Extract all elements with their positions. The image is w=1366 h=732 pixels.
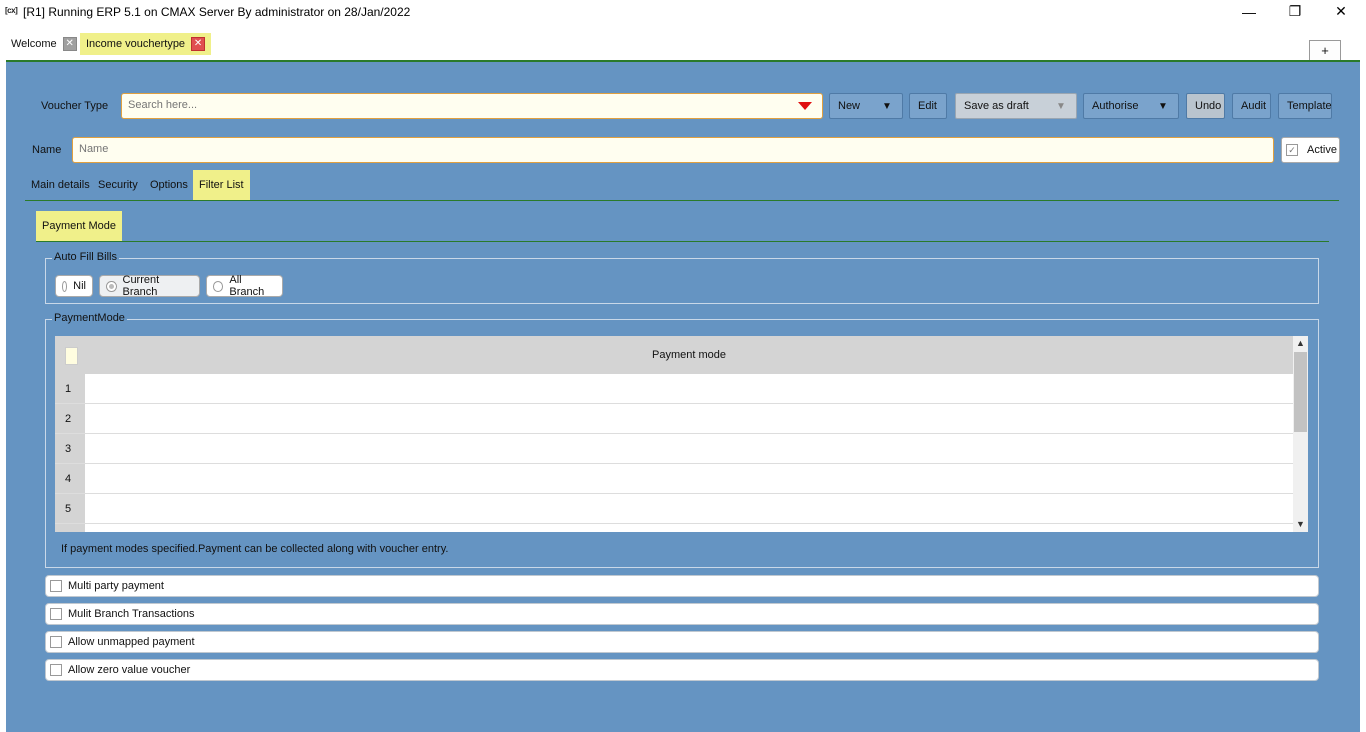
voucher-type-label: Voucher Type (41, 100, 109, 112)
option-allow-zero-value-voucher[interactable]: Allow zero value voucher (45, 659, 1319, 681)
payment-mode-group: PaymentMode Payment mode 1 2 3 4 5 ▲ ▼ I… (45, 312, 1319, 568)
row-number: 1 (55, 374, 85, 403)
undo-button[interactable]: Undo (1186, 93, 1225, 119)
window-title: [R1] Running ERP 5.1 on CMAX Server By a… (23, 5, 411, 19)
auto-fill-bills-group: Auto Fill Bills Nil Current Branch All B… (45, 251, 1319, 304)
title-bar: [cx] [R1] Running ERP 5.1 on CMAX Server… (0, 0, 1366, 23)
radio-all-branch-label: All Branch (229, 274, 265, 298)
option-allow-unmapped-payment[interactable]: Allow unmapped payment (45, 631, 1319, 653)
option-label: Allow unmapped payment (68, 636, 195, 648)
tab-filter-list[interactable]: Filter List (193, 170, 250, 200)
new-dropdown-icon[interactable]: ▼ (872, 94, 902, 118)
maximize-button[interactable]: ❐ (1272, 0, 1318, 23)
radio-all-branch-icon[interactable] (213, 280, 224, 292)
row-number-partial (55, 524, 85, 532)
voucher-type-search[interactable] (121, 93, 823, 119)
tab-payment-mode[interactable]: Payment Mode (36, 211, 122, 241)
grid-scrollbar[interactable]: ▲ ▼ (1293, 336, 1308, 532)
active-checkbox[interactable]: ✓ Active (1281, 137, 1340, 163)
checkbox-icon[interactable] (50, 664, 62, 676)
radio-current-branch-label: Current Branch (122, 274, 160, 298)
option-label: Allow zero value voucher (68, 664, 191, 676)
payment-mode-legend: PaymentMode (52, 312, 127, 324)
row-number: 4 (55, 464, 85, 493)
column-header-payment-mode[interactable]: Payment mode (85, 336, 1293, 374)
active-label: Active (1307, 144, 1337, 156)
save-draft-dropdown-icon[interactable]: ▼ (1046, 94, 1076, 118)
tab-main-details[interactable]: Main details (25, 170, 96, 200)
app-logo-icon: [cx] (5, 6, 18, 15)
tab-security[interactable]: Security (92, 170, 144, 200)
table-row-partial[interactable] (55, 524, 1293, 532)
minimize-button[interactable]: — (1226, 0, 1272, 23)
active-check-icon[interactable]: ✓ (1286, 144, 1298, 156)
row-number: 2 (55, 404, 85, 433)
new-button[interactable]: New ▼ (829, 93, 903, 119)
main-panel: Voucher Type New ▼ Edit Save as draft ▼ … (6, 60, 1360, 732)
save-as-draft-label: Save as draft (964, 100, 1029, 112)
tab-divider (25, 200, 1339, 201)
tab-options[interactable]: Options (144, 170, 194, 200)
option-multi-party-payment[interactable]: Multi party payment (45, 575, 1319, 597)
table-row[interactable]: 3 (55, 434, 1293, 464)
save-as-draft-button[interactable]: Save as draft ▼ (955, 93, 1077, 119)
radio-nil-icon[interactable] (62, 280, 68, 292)
table-row[interactable]: 5 (55, 494, 1293, 524)
checkbox-icon[interactable] (50, 608, 62, 620)
name-field[interactable] (72, 137, 1274, 163)
authorise-dropdown-icon[interactable]: ▼ (1148, 94, 1178, 118)
option-label: Mulit Branch Transactions (68, 608, 195, 620)
close-tab-icon[interactable]: ✕ (191, 37, 206, 51)
tab-income-vouchertype-label: Income vouchertype (86, 38, 186, 50)
table-row[interactable]: 2 (55, 404, 1293, 434)
select-all-checkbox[interactable] (65, 347, 78, 365)
checkbox-icon[interactable] (50, 580, 62, 592)
authorise-button[interactable]: Authorise ▼ (1083, 93, 1179, 119)
subtab-divider (36, 241, 1329, 242)
new-button-label: New (838, 100, 861, 112)
checkbox-icon[interactable] (50, 636, 62, 648)
radio-nil-label: Nil (73, 280, 86, 292)
radio-current-branch-icon[interactable] (106, 280, 117, 292)
tab-welcome[interactable]: Welcome ✕ (5, 33, 83, 55)
new-tab-button[interactable]: + (1309, 40, 1341, 62)
edit-button[interactable]: Edit (909, 93, 947, 119)
payment-mode-note: If payment modes specified.Payment can b… (61, 543, 449, 555)
grid-header: Payment mode (55, 336, 1293, 374)
tab-income-vouchertype[interactable]: Income vouchertype ✕ (80, 33, 212, 55)
radio-current-branch[interactable]: Current Branch (99, 274, 200, 298)
name-label: Name (32, 144, 62, 156)
name-input[interactable] (73, 138, 1265, 160)
voucher-type-search-input[interactable] (122, 94, 784, 116)
auto-fill-bills-legend: Auto Fill Bills (52, 251, 119, 263)
row-number: 5 (55, 494, 85, 523)
option-multi-branch-transactions[interactable]: Mulit Branch Transactions (45, 603, 1319, 625)
payment-mode-grid: Payment mode 1 2 3 4 5 ▲ ▼ (55, 336, 1308, 532)
table-row[interactable]: 4 (55, 464, 1293, 494)
document-tab-strip: Welcome ✕ Income vouchertype ✕ + (0, 23, 1366, 62)
scroll-up-icon[interactable]: ▲ (1293, 336, 1308, 350)
row-number: 3 (55, 434, 85, 463)
radio-all-branch[interactable]: All Branch (206, 274, 283, 298)
close-window-button[interactable]: ✕ (1318, 0, 1364, 23)
audit-button[interactable]: Audit (1232, 93, 1271, 119)
authorise-label: Authorise (1092, 100, 1139, 112)
tab-welcome-label: Welcome (11, 38, 57, 50)
scrollbar-thumb[interactable] (1294, 352, 1307, 432)
template-button[interactable]: Template (1278, 93, 1332, 119)
scroll-down-icon[interactable]: ▼ (1293, 517, 1308, 531)
option-label: Multi party payment (68, 580, 164, 592)
close-tab-icon[interactable]: ✕ (62, 37, 77, 51)
radio-nil[interactable]: Nil (55, 275, 93, 297)
table-row[interactable]: 1 (55, 374, 1293, 404)
dropdown-arrow-icon[interactable] (798, 102, 812, 110)
